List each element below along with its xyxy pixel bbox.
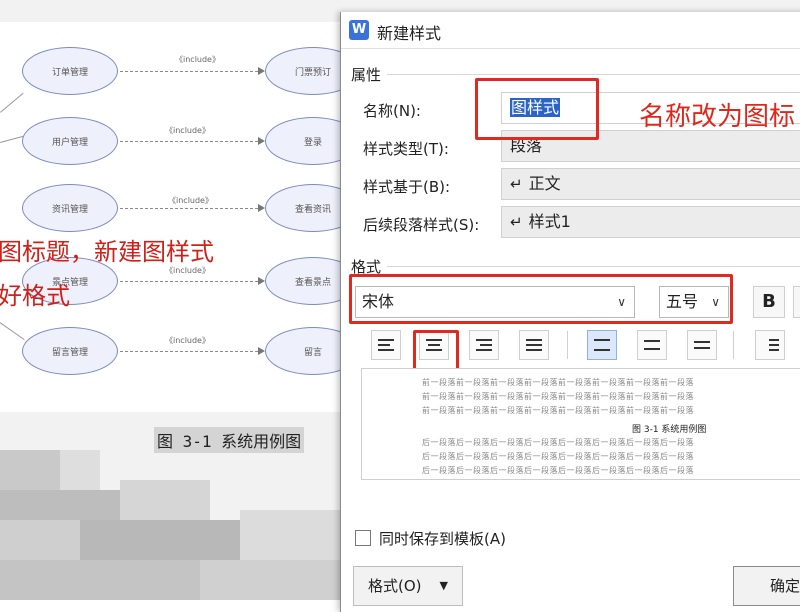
bold-button[interactable]: B	[753, 286, 785, 318]
increase-spacing-icon[interactable]	[755, 330, 785, 360]
single-spacing-icon[interactable]	[587, 330, 617, 360]
arrowhead	[258, 137, 265, 145]
actor-line	[0, 92, 24, 113]
based-on-value: 正文	[528, 174, 561, 193]
include-label: 《include》	[168, 196, 213, 205]
include-arrow	[120, 141, 258, 142]
onehalf-spacing-icon[interactable]	[637, 330, 667, 360]
usecase-left-2: 用户管理	[22, 117, 118, 165]
align-left-icon[interactable]	[371, 330, 401, 360]
include-label: 《include》	[175, 55, 220, 64]
style-type-label: 样式类型(T):	[363, 140, 449, 158]
preview-after-line: 后一段落后一段落后一段落后一段落后一段落后一段落后一段落后一段落	[422, 452, 694, 461]
usecase-left-5: 留言管理	[22, 327, 118, 375]
annotation-rename-note: 名称改为图标	[639, 102, 796, 132]
include-arrow	[120, 351, 258, 352]
new-style-dialog: W 新建样式 属性 名称(N): 图样式 样式类型(T): 段落 样式基于(B)…	[340, 12, 800, 612]
figure-caption: 图 3-1 系统用例图	[154, 427, 305, 453]
use-case-diagram: 订单管理 《include》 门票预订 用户管理 《include》 登录 资讯…	[0, 22, 361, 412]
preview-caption: 图 3-1 系统用例图	[632, 425, 707, 435]
format-button-label: 格式(O)	[368, 577, 422, 595]
next-style-value: 样式1	[528, 212, 571, 231]
ok-button[interactable]: 确定	[733, 566, 800, 606]
annotation-left-line2: 好格式	[0, 282, 70, 310]
preview-after-line: 后一段落后一段落后一段落后一段落后一段落后一段落后一段落后一段落	[422, 466, 694, 475]
next-style-label: 后续段落样式(S):	[363, 216, 480, 234]
preview-before-line: 前一段落前一段落前一段落前一段落前一段落前一段落前一段落前一段落	[422, 378, 694, 387]
preview-before-line: 前一段落前一段落前一段落前一段落前一段落前一段落前一段落前一段落	[422, 406, 694, 415]
justify-icon[interactable]	[519, 330, 549, 360]
include-label: 《include》	[165, 336, 210, 345]
dropdown-triangle-icon: ▼	[439, 579, 448, 592]
italic-button-partial[interactable]	[793, 286, 800, 318]
based-on-label: 样式基于(B):	[363, 178, 451, 196]
arrowhead	[258, 204, 265, 212]
next-style-select[interactable]: ↵ 样式1	[501, 206, 800, 238]
arrowhead	[258, 347, 265, 355]
dialog-title: 新建样式	[377, 24, 442, 43]
dialog-titlebar[interactable]: W 新建样式	[341, 12, 800, 49]
divider	[387, 74, 800, 75]
arrowhead	[258, 277, 265, 285]
return-icon: ↵	[510, 213, 523, 231]
toolbar-separator	[567, 331, 568, 359]
based-on-select[interactable]: ↵ 正文	[501, 168, 800, 200]
save-to-template-label[interactable]: 同时保存到模板(A)	[379, 528, 506, 549]
align-right-icon[interactable]	[469, 330, 499, 360]
arrowhead	[258, 67, 265, 75]
highlight-name-field	[475, 78, 599, 140]
toolbar-separator	[733, 331, 734, 359]
attributes-section-label: 属性	[351, 66, 382, 84]
name-label: 名称(N):	[363, 102, 421, 120]
save-to-template-checkbox[interactable]	[355, 530, 371, 546]
annotation-left-line1: 图标题，新建图样式	[0, 238, 214, 266]
format-menu-button[interactable]: 格式(O) ▼	[353, 566, 463, 606]
actor-line	[0, 322, 25, 341]
include-arrow	[120, 281, 258, 282]
highlight-font-row	[349, 274, 733, 324]
divider	[387, 266, 800, 267]
return-icon: ↵	[510, 175, 523, 193]
include-label: 《include》	[165, 126, 210, 135]
preview-after-line: 后一段落后一段落后一段落后一段落后一段落后一段落后一段落后一段落	[422, 438, 694, 447]
style-preview: 前一段落前一段落前一段落前一段落前一段落前一段落前一段落前一段落 前一段落前一段…	[361, 368, 800, 480]
usecase-left-3: 资讯管理	[22, 184, 118, 232]
usecase-left-1: 订单管理	[22, 47, 118, 95]
preview-before-line: 前一段落前一段落前一段落前一段落前一段落前一段落前一段落前一段落	[422, 392, 694, 401]
include-arrow	[120, 208, 258, 209]
include-arrow	[120, 71, 258, 72]
wps-app-icon: W	[349, 20, 369, 40]
double-spacing-icon[interactable]	[687, 330, 717, 360]
